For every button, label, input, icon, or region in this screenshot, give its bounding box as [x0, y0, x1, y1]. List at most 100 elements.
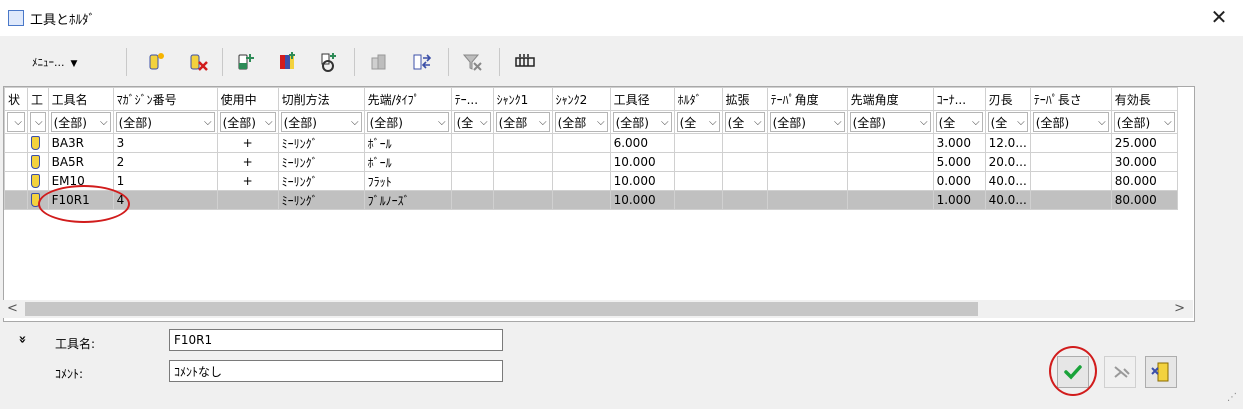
chevron-down-icon: ⌵ — [972, 116, 980, 128]
chevron-down-icon: ⌵ — [351, 116, 359, 128]
undo-button[interactable] — [1104, 356, 1136, 388]
diameter-cell: 10.000 — [609, 152, 675, 172]
table-row[interactable]: BA5R 2 + ﾐｰﾘﾝｸﾞ ﾎﾞｰﾙ 10.000 5.000 20.0..… — [4, 152, 1178, 172]
col-header-corner[interactable]: ｺｰﾅ... — [932, 87, 986, 111]
clear-filter-button[interactable] — [459, 49, 485, 75]
col-header-extension[interactable]: 拡張 — [721, 87, 768, 111]
exit-button[interactable] — [1145, 356, 1177, 388]
new-tool-icon — [149, 53, 164, 70]
filter-dropdown[interactable]: (全部 ⌵ — [554, 112, 608, 132]
swap-icon — [413, 54, 432, 70]
cut-method-cell: ﾐｰﾘﾝｸﾞ — [277, 171, 365, 191]
filter-dropdown[interactable]: (全 ⌵ — [676, 112, 720, 132]
diameter-cell: 6.000 — [609, 133, 675, 153]
filter-dropdown[interactable]: (全部) ⌵ — [280, 112, 362, 132]
col-header-flute-length[interactable]: 刃長 — [984, 87, 1031, 111]
filter-dropdown[interactable]: (全 ⌵ — [724, 112, 765, 132]
filter-dropdown[interactable]: (全 ⌵ — [987, 112, 1028, 132]
filter-dropdown[interactable]: (全部) ⌵ — [849, 112, 931, 132]
filter-dropdown[interactable]: ⌵ — [7, 112, 25, 132]
add-holder-icon — [238, 54, 254, 70]
tool-name-field[interactable] — [169, 329, 503, 351]
scrollbar-thumb[interactable] — [25, 302, 978, 316]
table-row[interactable]: BA3R 3 + ﾐｰﾘﾝｸﾞ ﾎﾞｰﾙ 6.000 3.000 12.0...… — [4, 133, 1178, 153]
col-header-te[interactable]: ﾃｰ... — [450, 87, 494, 111]
filter-cell: (全部) ⌵ — [1110, 110, 1178, 134]
columns-button[interactable] — [512, 49, 538, 75]
filter-dropdown[interactable]: (全部) ⌵ — [612, 112, 672, 132]
horizontal-scrollbar[interactable]: < > — [3, 300, 1193, 318]
holder-settings-button[interactable] — [315, 49, 341, 75]
filter-cell: (全 ⌵ — [984, 110, 1031, 134]
holder-color-icon — [280, 52, 295, 69]
flute-length-cell: 12.0... — [984, 133, 1031, 153]
filter-dropdown[interactable]: (全部) ⌵ — [115, 112, 215, 132]
col-header-taper-length[interactable]: ﾃｰﾊﾟ長さ — [1029, 87, 1112, 111]
filter-dropdown[interactable]: (全部) ⌵ — [1032, 112, 1109, 132]
col-header-status[interactable]: 状 — [4, 87, 28, 111]
filter-cell: ⌵ — [27, 110, 49, 134]
filter-dropdown[interactable]: (全部) ⌵ — [769, 112, 845, 132]
comment-field[interactable] — [169, 360, 503, 382]
holder-color-button[interactable] — [274, 49, 300, 75]
filter-dropdown[interactable]: (全部) ⌵ — [50, 112, 111, 132]
col-header-shank1[interactable]: ｼｬﾝｸ1 — [492, 87, 553, 111]
col-header-tip-type[interactable]: 先端/ﾀｲﾌﾟ — [363, 87, 452, 111]
filter-cell: (全 ⌵ — [932, 110, 986, 134]
close-button[interactable]: ✕ — [1207, 5, 1231, 29]
chevron-down-icon: ⌵ — [480, 116, 488, 128]
col-header-in-use[interactable]: 使用中 — [216, 87, 279, 111]
status-cell — [4, 133, 28, 153]
col-header-tip-angle[interactable]: 先端角度 — [846, 87, 934, 111]
swap-holder-button[interactable] — [408, 49, 434, 75]
chevron-down-icon: ⌵ — [539, 116, 547, 128]
effective-length-cell: 25.000 — [1110, 133, 1178, 153]
menu-button[interactable]: ﾒﾆｭｰ... ▼ — [32, 54, 77, 70]
col-header-taper-angle[interactable]: ﾃｰﾊﾟ角度 — [766, 87, 848, 111]
tip-type-cell: ﾎﾞｰﾙ — [363, 133, 452, 153]
cut-method-cell: ﾐｰﾘﾝｸﾞ — [277, 190, 365, 210]
col-header-diameter[interactable]: 工具径 — [609, 87, 675, 111]
tool-icon — [31, 174, 40, 189]
copy-holder-button[interactable] — [366, 49, 392, 75]
expand-collapse-icon[interactable]: » — [15, 335, 30, 343]
diameter-cell: 10.000 — [609, 171, 675, 191]
chevron-down-icon: ⌵ — [1098, 116, 1106, 128]
highlight-circle-tool-name — [38, 185, 130, 223]
resize-grip[interactable]: ⋰ — [1227, 392, 1237, 403]
col-header-holder[interactable]: ﾎﾙﾀﾞ — [673, 87, 723, 111]
filter-cell: (全 ⌵ — [721, 110, 768, 134]
table-row[interactable]: EM10 1 + ﾐｰﾘﾝｸﾞ ﾌﾗｯﾄ 10.000 0.000 40.0..… — [4, 171, 1178, 191]
filter-dropdown[interactable]: (全部) ⌵ — [219, 112, 276, 132]
col-header-effective-length[interactable]: 有効長 — [1110, 87, 1178, 111]
new-tool-button[interactable] — [142, 49, 168, 75]
chevron-down-icon: ⌵ — [1164, 116, 1172, 128]
filter-dropdown[interactable]: (全 ⌵ — [935, 112, 983, 132]
col-header-cut-method[interactable]: 切削方法 — [277, 87, 365, 111]
col-header-tool-icon[interactable]: 工 — [27, 87, 49, 111]
filter-dropdown[interactable]: (全部) ⌵ — [1113, 112, 1175, 132]
table-row-selected[interactable]: F10R1 4 ﾐｰﾘﾝｸﾞ ﾌﾞﾙﾉｰｽﾞ 10.000 1.000 40.0… — [4, 190, 1178, 210]
status-cell — [4, 152, 28, 172]
tip-type-cell: ﾌﾞﾙﾉｰｽﾞ — [363, 190, 452, 210]
chevron-down-icon: ⌵ — [35, 116, 43, 128]
diameter-cell: 10.000 — [609, 190, 675, 210]
col-header-magazine[interactable]: ﾏｶﾞｼﾞﾝ番号 — [112, 87, 218, 111]
filter-dropdown[interactable]: (全 ⌵ — [453, 112, 491, 132]
tool-icon — [31, 155, 40, 170]
filter-cell: (全部 ⌵ — [492, 110, 553, 134]
chevron-down-icon: ⌵ — [834, 116, 842, 128]
scroll-left-icon[interactable]: < — [7, 301, 18, 316]
filter-dropdown[interactable]: (全部 ⌵ — [495, 112, 550, 132]
scroll-right-icon[interactable]: > — [1174, 301, 1185, 316]
col-header-tool-name[interactable]: 工具名 — [47, 87, 114, 111]
filter-dropdown[interactable]: (全部) ⌵ — [366, 112, 449, 132]
add-holder-button[interactable] — [232, 49, 258, 75]
filter-cell: (全部) ⌵ — [846, 110, 934, 134]
in-use-cell: + — [216, 152, 279, 172]
tool-icon-cell — [27, 133, 49, 153]
filter-dropdown[interactable]: ⌵ — [30, 112, 46, 132]
status-cell — [4, 171, 28, 191]
col-header-shank2[interactable]: ｼｬﾝｸ2 — [551, 87, 611, 111]
delete-tool-button[interactable] — [185, 49, 211, 75]
